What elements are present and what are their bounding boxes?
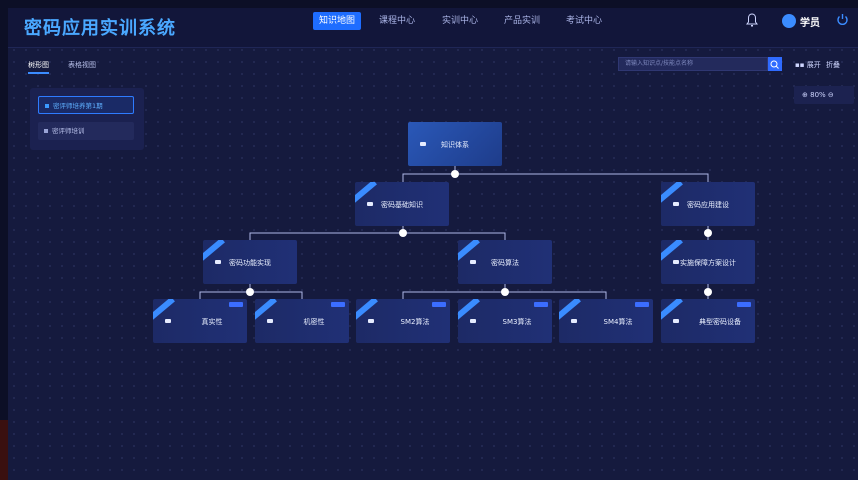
folder-icon: [470, 319, 476, 323]
node-label: 实施保障方案设计: [680, 259, 736, 267]
node-label: 密码应用建设: [687, 201, 729, 209]
folder-icon: [267, 319, 273, 323]
tree-leaf-node[interactable]: 机密性: [255, 299, 349, 343]
node-label: SM4算法: [603, 318, 633, 326]
node-label: 密码算法: [491, 259, 519, 267]
folder-icon: [165, 319, 171, 323]
node-label: 密码功能实现: [229, 259, 271, 267]
node-label: 典型密码设备: [699, 318, 741, 326]
expand-toggle[interactable]: [246, 288, 254, 296]
tree-node[interactable]: 密码基础知识: [355, 182, 449, 226]
ribbon-tag: [153, 299, 175, 324]
status-badge: [635, 302, 649, 307]
expand-toggle[interactable]: [399, 229, 407, 237]
expand-toggle[interactable]: [451, 170, 459, 178]
status-badge: [432, 302, 446, 307]
node-label: 机密性: [303, 318, 325, 326]
folder-icon: [571, 319, 577, 323]
tree-leaf-node[interactable]: SM3算法: [458, 299, 552, 343]
tree-leaf-node[interactable]: SM4算法: [559, 299, 653, 343]
tree-node-root[interactable]: 知识体系: [408, 122, 502, 166]
expand-toggle[interactable]: [501, 288, 509, 296]
status-badge: [534, 302, 548, 307]
tree-node[interactable]: 密码应用建设: [661, 182, 755, 226]
node-label: 知识体系: [441, 141, 469, 149]
ribbon-tag: [255, 299, 277, 324]
node-label: SM2算法: [400, 318, 430, 326]
ribbon-tag: [559, 299, 581, 324]
status-badge: [737, 302, 751, 307]
node-label: 密码基础知识: [381, 201, 423, 209]
status-badge: [229, 302, 243, 307]
node-label: SM3算法: [502, 318, 532, 326]
tree-leaf-node[interactable]: 真实性: [153, 299, 247, 343]
ribbon-tag: [661, 299, 683, 324]
status-badge: [331, 302, 345, 307]
tree-leaf-node[interactable]: SM2算法: [356, 299, 450, 343]
node-label: 真实性: [201, 318, 223, 326]
tree-node[interactable]: 密码算法: [458, 240, 552, 284]
folder-icon: [673, 319, 679, 323]
expand-toggle[interactable]: [704, 288, 712, 296]
tree-leaf-node[interactable]: 典型密码设备: [661, 299, 755, 343]
tree-node[interactable]: 密码功能实现: [203, 240, 297, 284]
expand-toggle[interactable]: [704, 229, 712, 237]
tree-node[interactable]: 实施保障方案设计: [661, 240, 755, 284]
folder-icon: [368, 319, 374, 323]
ribbon-tag: [356, 299, 378, 324]
ribbon-tag: [458, 299, 480, 324]
